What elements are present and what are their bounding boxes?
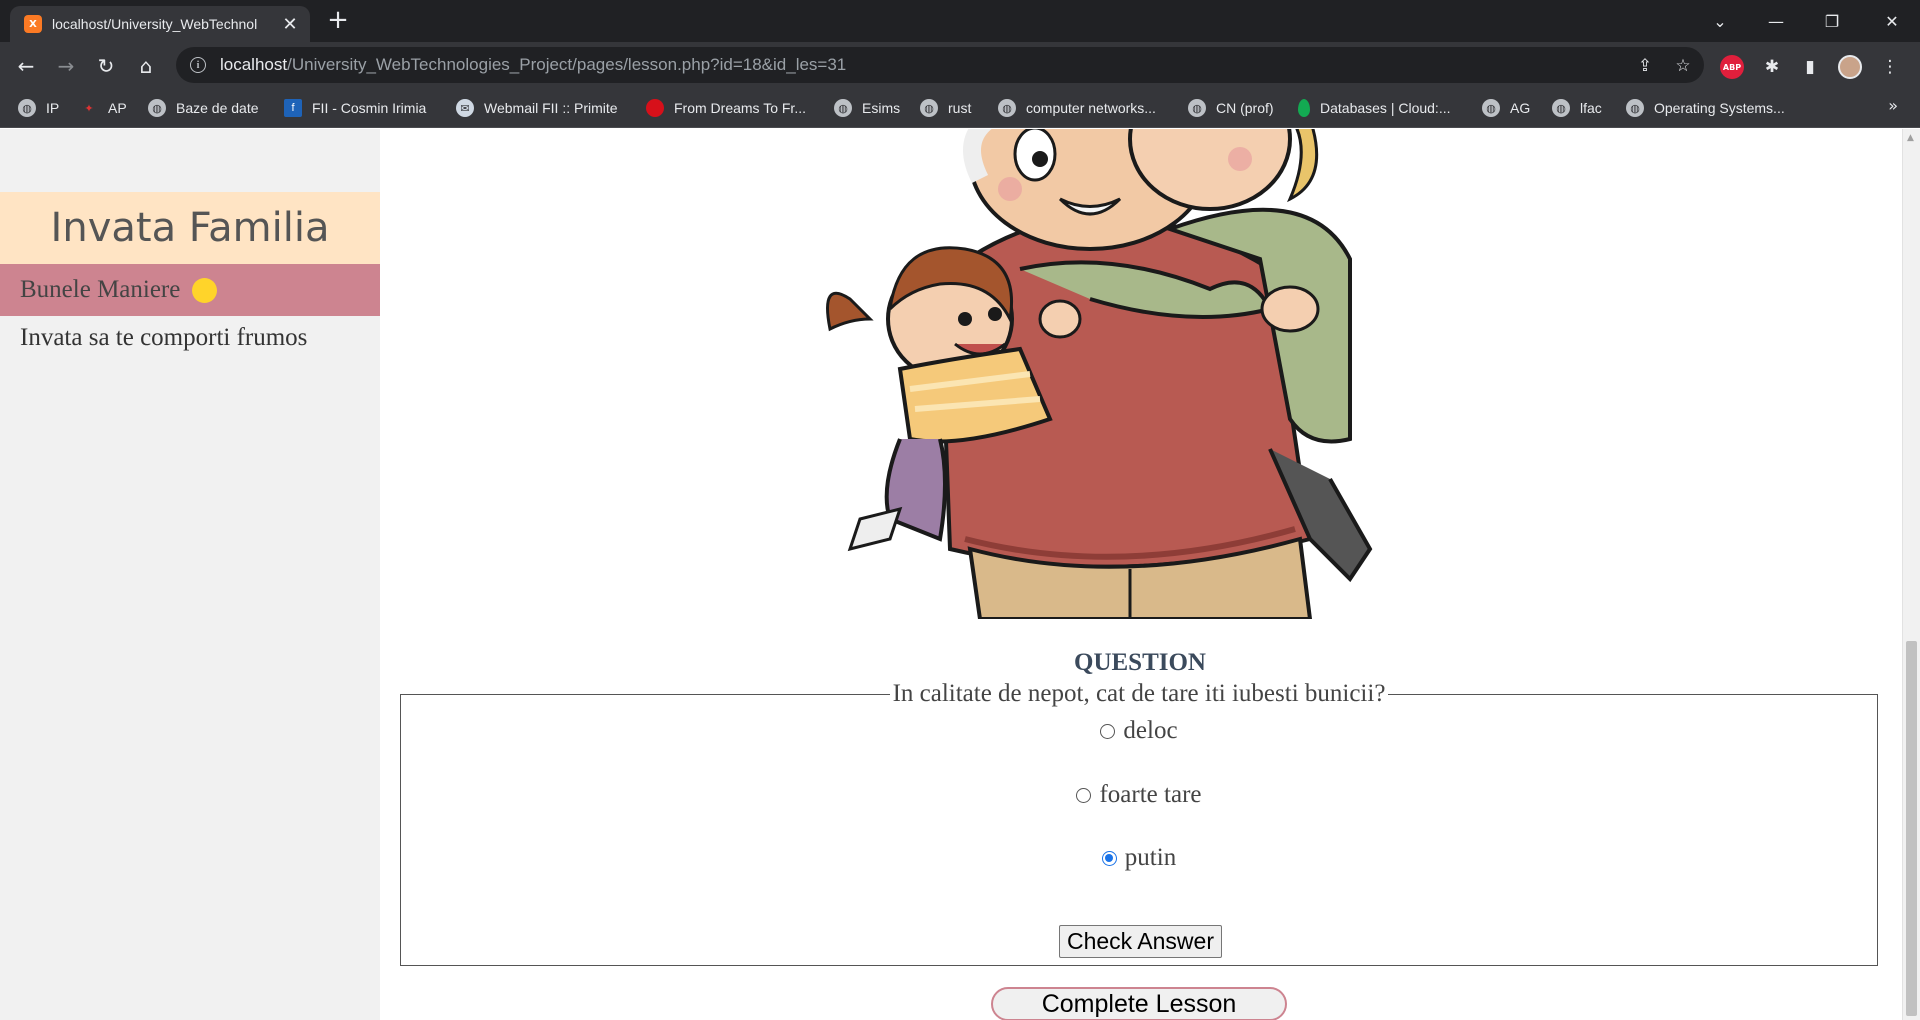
bookmark-rust[interactable]: ◍ rust: [920, 96, 971, 120]
globe-icon: ◍: [18, 99, 36, 117]
question-heading: QUESTION: [1074, 649, 1206, 676]
xampp-icon: X: [24, 15, 42, 33]
question-text: In calitate de nepot, cat de tare iti iu…: [889, 680, 1389, 707]
option-label: deloc: [1123, 717, 1178, 744]
bookmark-esims[interactable]: ◍ Esims: [834, 96, 900, 120]
complete-lesson-button[interactable]: Complete Lesson: [991, 987, 1287, 1020]
option-deloc[interactable]: deloc: [401, 717, 1877, 745]
question-legend: In calitate de nepot, cat de tare iti iu…: [401, 680, 1877, 708]
minimize-icon[interactable]: —: [1748, 0, 1804, 42]
more-bookmarks-icon[interactable]: »: [1888, 96, 1898, 115]
option-label: foarte tare: [1099, 781, 1202, 808]
sidebar-item-lesson[interactable]: Invata sa te comporti frumos: [20, 324, 307, 352]
mongodb-icon: [1298, 99, 1310, 117]
browser-tab-strip: X localhost/University_WebTechnol ✕ + ⌄ …: [0, 0, 1920, 42]
globe-icon: ◍: [148, 99, 166, 117]
check-answer-button[interactable]: Check Answer: [1059, 925, 1222, 958]
forward-icon[interactable]: →: [50, 50, 82, 82]
reload-icon[interactable]: ↻: [90, 50, 122, 82]
family-hug-illustration: [826, 129, 1373, 619]
sidebar-item-label: Bunele Maniere: [20, 276, 181, 303]
bookmark-star-icon[interactable]: ☆: [1672, 55, 1694, 77]
sidebar-item-bunele-maniere[interactable]: Bunele Maniere: [0, 264, 380, 316]
back-icon[interactable]: ←: [10, 50, 42, 82]
bookmark-baze-de-date[interactable]: ◍ Baze de date: [148, 96, 259, 120]
radio-button[interactable]: [1076, 787, 1092, 803]
radio-button-selected[interactable]: [1101, 850, 1117, 866]
sidebar-title: Invata Familia: [0, 192, 380, 264]
close-window-icon[interactable]: ✕: [1864, 0, 1920, 42]
profile-avatar[interactable]: [1838, 55, 1862, 79]
page-viewport: Invata Familia Bunele Maniere Invata sa …: [0, 129, 1920, 1020]
share-icon[interactable]: ⇪: [1634, 55, 1656, 77]
option-foarte-tare[interactable]: foarte tare: [401, 781, 1877, 809]
sidebar: Invata Familia Bunele Maniere Invata sa …: [0, 129, 380, 1020]
webmail-icon: ✉: [456, 99, 474, 117]
adblock-icon[interactable]: ABP: [1720, 55, 1744, 79]
side-panel-icon[interactable]: ▮: [1798, 55, 1822, 79]
radio-button[interactable]: [1100, 723, 1116, 739]
bookmarks-bar: ◍ IP ✦ AP ◍ Baze de date f FII - Cosmin Irim…: [0, 88, 1920, 128]
bookmark-operating-systems[interactable]: ◍ Operating Systems...: [1626, 96, 1785, 120]
fii-icon: f: [284, 99, 302, 117]
restore-icon[interactable]: ❐: [1804, 0, 1860, 42]
site-info-icon[interactable]: i: [190, 57, 206, 73]
bookmark-lfac[interactable]: ◍ lfac: [1552, 96, 1602, 120]
globe-icon: ◍: [920, 99, 938, 117]
globe-icon: ◍: [834, 99, 852, 117]
figure-icon: ✦: [84, 102, 94, 115]
extensions-icon[interactable]: ✱: [1760, 55, 1784, 79]
globe-icon: ◍: [1188, 99, 1206, 117]
bookmark-cn-prof[interactable]: ◍ CN (prof): [1188, 96, 1274, 120]
question-fieldset: In calitate de nepot, cat de tare iti iu…: [400, 680, 1878, 966]
browser-tab[interactable]: X localhost/University_WebTechnol ✕: [10, 6, 310, 42]
globe-icon: ◍: [1482, 99, 1500, 117]
url-text: localhost/University_WebTechnologies_Pro…: [220, 55, 847, 74]
option-putin[interactable]: putin: [401, 844, 1877, 872]
browser-toolbar: ← → ↻ ⌂ i localhost/University_WebTechno…: [0, 42, 1920, 88]
red-circle-icon: [646, 99, 664, 117]
scrollbar-thumb[interactable]: [1906, 641, 1917, 1016]
bookmark-ag[interactable]: ◍ AG: [1482, 96, 1530, 120]
bookmark-fii-cosmin-irimia[interactable]: f FII - Cosmin Irimia: [284, 96, 426, 120]
scroll-up-icon[interactable]: ▲: [1907, 133, 1914, 143]
globe-icon: ◍: [1552, 99, 1570, 117]
bookmark-webmail[interactable]: ✉ Webmail FII :: Primite: [456, 96, 618, 120]
bookmark-databases[interactable]: Databases | Cloud:...: [1298, 96, 1450, 120]
new-tab-icon[interactable]: +: [324, 6, 352, 34]
bookmark-ap[interactable]: ✦ AP: [80, 96, 126, 120]
address-bar[interactable]: i localhost/University_WebTechnologies_P…: [176, 47, 1704, 83]
bookmark-computer-networks[interactable]: ◍ computer networks...: [998, 96, 1156, 120]
tab-search-icon[interactable]: ⌄: [1692, 0, 1748, 42]
vertical-scrollbar[interactable]: ▲: [1902, 129, 1920, 1020]
menu-icon[interactable]: ⋮: [1878, 55, 1902, 79]
option-label: putin: [1124, 844, 1177, 871]
close-icon[interactable]: ✕: [280, 14, 300, 35]
bookmark-from-dreams[interactable]: From Dreams To Fr...: [646, 96, 806, 120]
bookmark-ip[interactable]: ◍ IP: [18, 96, 59, 120]
home-icon[interactable]: ⌂: [130, 50, 162, 82]
status-dot-icon: [192, 277, 218, 303]
tab-title: localhost/University_WebTechnol: [52, 16, 258, 32]
globe-icon: ◍: [1626, 99, 1644, 117]
globe-icon: ◍: [998, 99, 1016, 117]
